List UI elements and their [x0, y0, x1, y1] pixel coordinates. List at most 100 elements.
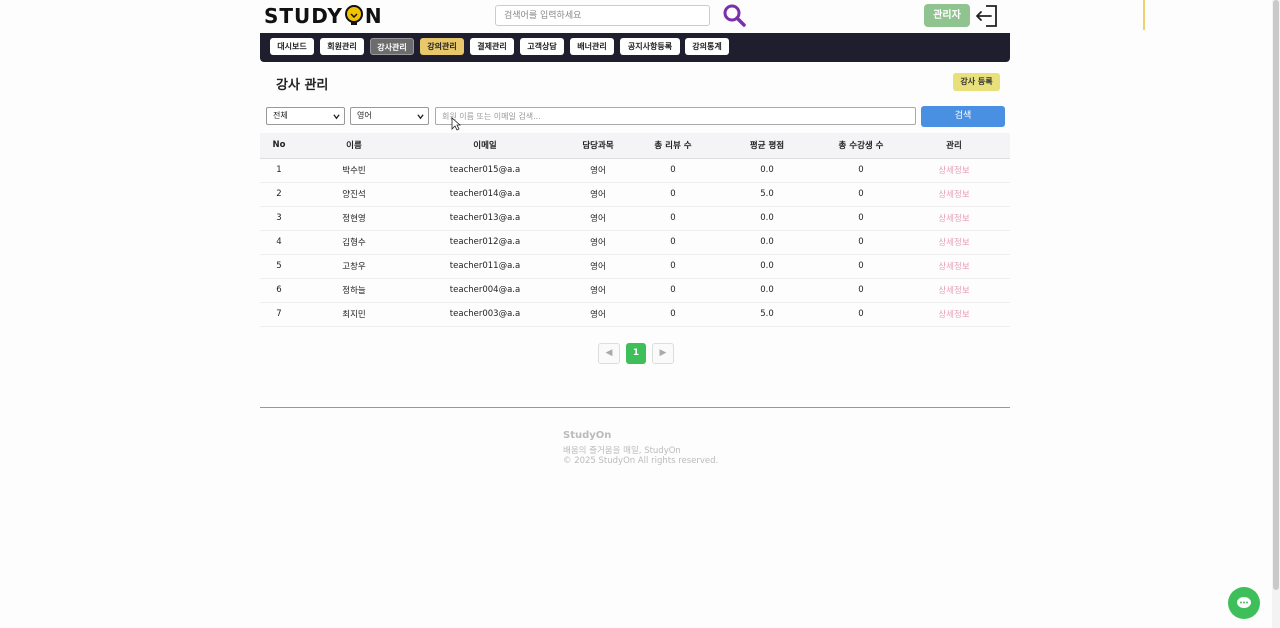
col-header-reviews: 총 리뷰 수 — [636, 133, 710, 159]
cell-subject: 영어 — [560, 302, 636, 327]
search-icon[interactable] — [722, 3, 746, 27]
footer-divider — [260, 407, 1010, 408]
logout-icon[interactable] — [974, 3, 1000, 29]
table-header-row: No 이름 이메일 담당과목 총 리뷰 수 평균 평점 총 수강생 수 관리 — [260, 133, 1010, 159]
page-scrollbar[interactable] — [1272, 0, 1280, 628]
keyword-search-input[interactable] — [435, 107, 916, 125]
cell-no: 3 — [260, 206, 298, 231]
nav-item-notice[interactable]: 공지사항등록 — [620, 38, 680, 55]
cell-rating: 0.0 — [710, 254, 824, 279]
cell-no: 2 — [260, 182, 298, 207]
cell-reviews: 0 — [636, 206, 710, 231]
cell-name: 최지민 — [298, 302, 410, 327]
cell-name: 고창우 — [298, 254, 410, 279]
nav-item-banners[interactable]: 배너관리 — [570, 38, 614, 55]
nav-item-dashboard[interactable]: 대시보드 — [270, 38, 314, 55]
header: STUDY N 관리자 — [260, 0, 1010, 32]
cell-subject: 영어 — [560, 158, 636, 183]
nav-item-payments[interactable]: 결제관리 — [470, 38, 514, 55]
footer-copyright: © 2025 StudyOn All rights reserved. — [563, 456, 719, 466]
cell-students: 0 — [824, 302, 898, 327]
page-title: 강사 관리 — [276, 78, 329, 93]
cell-rating: 0.0 — [710, 230, 824, 255]
table-row: 3 정현영 teacher013@a.a 영어 0 0.0 0 상세정보 — [260, 206, 1010, 231]
col-header-email: 이메일 — [410, 133, 560, 159]
cell-email: teacher014@a.a — [410, 182, 560, 207]
cell-students: 0 — [824, 182, 898, 207]
cell-reviews: 0 — [636, 182, 710, 207]
cell-rating: 0.0 — [710, 206, 824, 231]
table-row: 5 고창우 teacher011@a.a 영어 0 0.0 0 상세정보 — [260, 254, 1010, 279]
detail-link[interactable]: 상세정보 — [898, 278, 1010, 303]
cell-name: 정현영 — [298, 206, 410, 231]
cell-rating: 5.0 — [710, 302, 824, 327]
table-row: 6 정하늘 teacher004@a.a 영어 0 0.0 0 상세정보 — [260, 278, 1010, 303]
cell-email: teacher013@a.a — [410, 206, 560, 231]
scrollbar-thumb[interactable] — [1273, 0, 1279, 590]
next-page-button[interactable]: ▶ — [652, 343, 674, 364]
cell-email: teacher003@a.a — [410, 302, 560, 327]
cell-students: 0 — [824, 278, 898, 303]
admin-nav: 대시보드 회원관리 강사관리 강의관리 결제관리 고객상담 배너관리 공지사항등… — [260, 33, 1010, 62]
logo[interactable]: STUDY N — [264, 4, 383, 28]
cell-no: 7 — [260, 302, 298, 327]
cell-name: 박수빈 — [298, 158, 410, 183]
col-header-manage: 관리 — [898, 133, 1010, 159]
cell-no: 4 — [260, 230, 298, 255]
detail-link[interactable]: 상세정보 — [898, 158, 1010, 183]
col-header-students: 총 수강생 수 — [824, 133, 898, 159]
detail-link[interactable]: 상세정보 — [898, 182, 1010, 207]
mouse-cursor-icon — [451, 117, 461, 131]
header-search-input[interactable] — [495, 5, 710, 26]
scope-select[interactable]: 전체 — [266, 107, 345, 125]
cell-email: teacher011@a.a — [410, 254, 560, 279]
scope-select-value: 전체 — [273, 111, 288, 120]
nav-item-members[interactable]: 회원관리 — [320, 38, 364, 55]
col-header-no: No — [260, 133, 298, 159]
cell-reviews: 0 — [636, 254, 710, 279]
detail-link[interactable]: 상세정보 — [898, 254, 1010, 279]
logo-text-right: N — [364, 4, 383, 28]
cell-email: teacher004@a.a — [410, 278, 560, 303]
table-row: 2 양진석 teacher014@a.a 영어 0 5.0 0 상세정보 — [260, 182, 1010, 207]
col-header-rating: 평균 평점 — [710, 133, 824, 159]
detail-link[interactable]: 상세정보 — [898, 206, 1010, 231]
cell-subject: 영어 — [560, 230, 636, 255]
cell-name: 양진석 — [298, 182, 410, 207]
subject-select-value: 영어 — [357, 111, 372, 120]
nav-item-courses[interactable]: 강의관리 — [420, 38, 464, 55]
cell-reviews: 0 — [636, 158, 710, 183]
cell-no: 5 — [260, 254, 298, 279]
col-header-subject: 담당과목 — [560, 133, 636, 159]
table-row: 1 박수빈 teacher015@a.a 영어 0 0.0 0 상세정보 — [260, 158, 1010, 183]
cell-email: teacher015@a.a — [410, 158, 560, 183]
chat-bubble-icon — [1237, 597, 1251, 608]
footer-tagline: 배움의 즐거움을 매일, StudyOn — [563, 446, 681, 456]
nav-item-support[interactable]: 고객상담 — [520, 38, 564, 55]
cell-reviews: 0 — [636, 230, 710, 255]
cell-students: 0 — [824, 230, 898, 255]
prev-page-button[interactable]: ◀ — [598, 343, 620, 364]
nav-item-stats[interactable]: 강의통계 — [685, 38, 729, 55]
subject-select[interactable]: 영어 — [350, 107, 429, 125]
table-row: 4 김형수 teacher012@a.a 영어 0 0.0 0 상세정보 — [260, 230, 1010, 255]
register-teacher-button[interactable]: 강사 등록 — [953, 73, 1000, 91]
search-button[interactable]: 검색 — [921, 106, 1005, 127]
teacher-table: No 이름 이메일 담당과목 총 리뷰 수 평균 평점 총 수강생 수 관리 1… — [260, 133, 1010, 327]
cell-rating: 0.0 — [710, 278, 824, 303]
chat-button[interactable] — [1228, 587, 1260, 619]
cell-subject: 영어 — [560, 206, 636, 231]
detail-link[interactable]: 상세정보 — [898, 230, 1010, 255]
cell-rating: 5.0 — [710, 182, 824, 207]
decorative-line — [1143, 0, 1145, 30]
page-button-current[interactable]: 1 — [626, 343, 646, 364]
pagination: ◀ 1 ▶ — [598, 343, 674, 364]
nav-item-teachers[interactable]: 강사관리 — [370, 38, 414, 55]
cell-students: 0 — [824, 254, 898, 279]
footer-brand: StudyOn — [563, 430, 612, 441]
cell-no: 6 — [260, 278, 298, 303]
cell-students: 0 — [824, 206, 898, 231]
admin-button[interactable]: 관리자 — [924, 4, 970, 27]
detail-link[interactable]: 상세정보 — [898, 302, 1010, 327]
chevron-down-icon — [333, 114, 340, 120]
